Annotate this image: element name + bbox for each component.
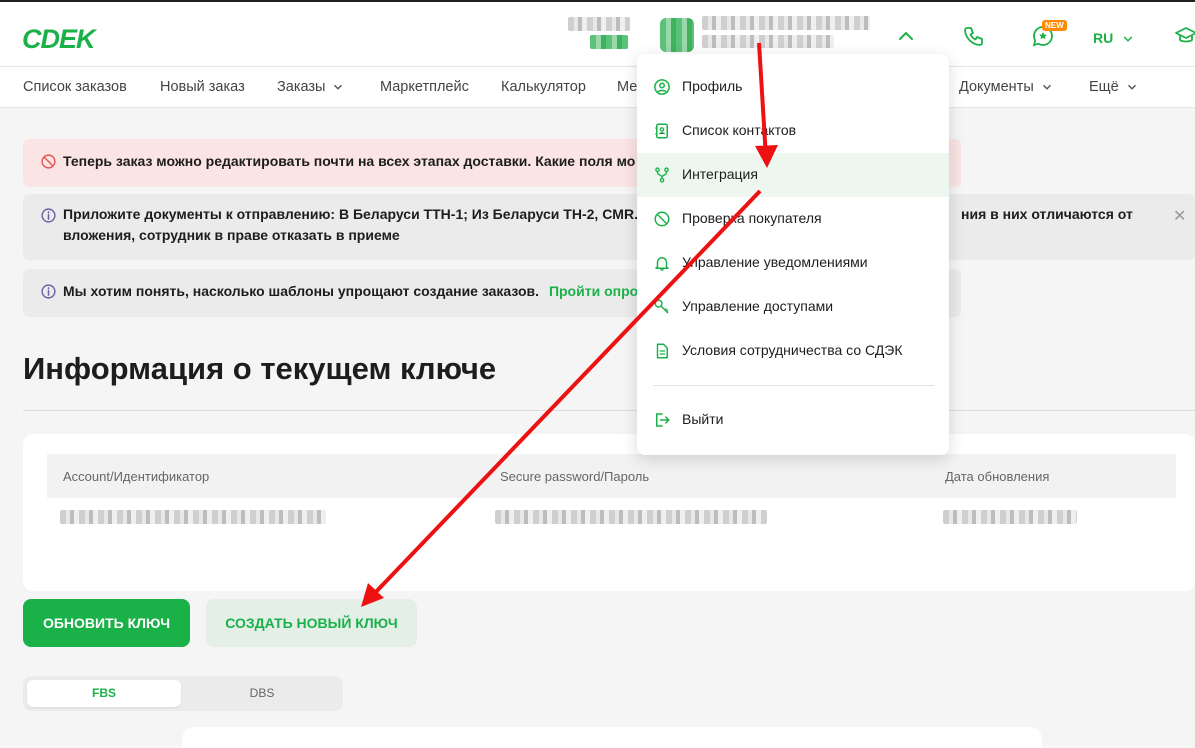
blurred-password-value xyxy=(495,510,767,524)
document-icon xyxy=(656,343,668,359)
menu-item-label: Управление уведомлениями xyxy=(682,254,868,270)
nav-more[interactable]: Ещё xyxy=(1089,79,1139,95)
bell-icon xyxy=(655,257,669,271)
blurred-account-id xyxy=(702,35,834,48)
nav-orders-list[interactable]: Список заказов xyxy=(23,79,127,95)
close-icon[interactable]: ✕ xyxy=(1173,206,1186,226)
menu-item-logout[interactable]: Выйти xyxy=(637,398,949,442)
menu-item-contacts[interactable]: Список контактов xyxy=(637,109,949,153)
menu-item-access[interactable]: Управление доступами xyxy=(637,285,949,329)
contacts-book-icon xyxy=(655,123,668,139)
menu-divider xyxy=(653,385,934,386)
menu-item-integration[interactable]: Интеграция xyxy=(637,153,949,197)
chevron-down-icon xyxy=(1123,36,1133,43)
new-badge: NEW xyxy=(1042,20,1067,31)
cdek-logo[interactable]: CDEK xyxy=(22,24,96,55)
nav-documents[interactable]: Документы xyxy=(959,79,1054,95)
header: CDEK NEW RU xyxy=(0,2,1195,66)
content-card xyxy=(182,727,1042,748)
user-circle-icon xyxy=(654,79,670,95)
nav-more-label: Ещё xyxy=(1089,79,1119,95)
menu-item-terms[interactable]: Условия сотрудничества со СДЭК xyxy=(637,329,949,373)
nav-orders[interactable]: Заказы xyxy=(277,79,345,95)
logout-icon xyxy=(656,413,670,427)
language-label: RU xyxy=(1093,30,1114,46)
avatar[interactable] xyxy=(660,18,694,52)
refresh-key-button[interactable]: Обновить ключ xyxy=(23,599,190,647)
blurred-date-value xyxy=(943,510,1077,524)
key-icon xyxy=(654,299,669,314)
nav-new-order[interactable]: Новый заказ xyxy=(160,79,245,95)
chevron-down-icon xyxy=(334,84,343,90)
account-dropdown-menu: Профиль Список контактов Интеграция Пров… xyxy=(637,54,949,455)
fbs-dbs-switch: FBS DBS xyxy=(23,676,343,711)
key-table-header: Account/Идентификатор Secure password/Па… xyxy=(47,454,1176,498)
alert-text-line1: Приложите документы к отправлению: В Бел… xyxy=(63,206,638,222)
alert-text-line2: вложения, сотрудник в праве отказать в п… xyxy=(63,227,400,243)
menu-item-label: Профиль xyxy=(682,78,743,94)
menu-item-label: Выйти xyxy=(682,411,724,427)
alert-text: Мы хотим понять, насколько шаблоны упрощ… xyxy=(63,283,540,299)
blurred-balance-green xyxy=(590,35,628,49)
block-icon xyxy=(41,154,56,169)
chevron-up-icon[interactable] xyxy=(894,24,918,48)
info-icon xyxy=(41,208,56,223)
menu-item-buyer-check[interactable]: Проверка покупателя xyxy=(637,197,949,241)
main-nav: Список заказов Новый заказ Заказы Маркет… xyxy=(0,66,1195,108)
chevron-down-icon xyxy=(1127,84,1136,90)
page-title: Информация о текущем ключе xyxy=(23,351,497,386)
chevron-down-icon xyxy=(1042,84,1051,90)
divider xyxy=(23,410,1195,411)
column-updated: Дата обновления xyxy=(945,469,1050,484)
nav-marketplace[interactable]: Маркетплейс xyxy=(380,79,469,95)
column-account: Account/Идентификатор xyxy=(63,469,210,484)
menu-item-label: Условия сотрудничества со СДЭК xyxy=(682,342,903,358)
key-info-card: Account/Идентификатор Secure password/Па… xyxy=(23,434,1195,591)
graduation-cap-icon[interactable] xyxy=(1174,24,1195,48)
tab-fbs[interactable]: FBS xyxy=(27,680,181,707)
integration-branch-icon xyxy=(655,167,669,183)
menu-item-label: Проверка покупателя xyxy=(682,210,822,226)
blurred-account-value xyxy=(60,510,326,524)
language-selector[interactable]: RU xyxy=(1093,30,1135,46)
blurred-account-name[interactable] xyxy=(702,16,870,30)
menu-item-label: Список контактов xyxy=(682,122,797,138)
info-icon xyxy=(41,284,56,299)
documents-alert: Приложите документы к отправлению: В Бел… xyxy=(23,194,1195,260)
alert-text: Теперь заказ можно редактировать почти н… xyxy=(63,153,636,169)
phone-icon[interactable] xyxy=(962,24,986,48)
alert-text-line1-tail: ния в них отличаются от xyxy=(961,206,1133,222)
menu-item-label: Управление доступами xyxy=(682,298,834,314)
column-password: Secure password/Пароль xyxy=(500,469,650,484)
nav-partial-item[interactable]: Ме xyxy=(617,79,637,95)
nav-documents-label: Документы xyxy=(959,79,1034,95)
create-key-button[interactable]: Создать новый ключ xyxy=(206,599,417,647)
menu-item-profile[interactable]: Профиль xyxy=(637,65,949,109)
tab-dbs[interactable]: DBS xyxy=(185,680,339,707)
survey-link[interactable]: Пройти опрос xyxy=(549,283,646,299)
block-icon xyxy=(654,211,670,227)
menu-item-notifications[interactable]: Управление уведомлениями xyxy=(637,241,949,285)
menu-item-label: Интеграция xyxy=(682,166,758,182)
nav-calculator[interactable]: Калькулятор xyxy=(501,79,586,95)
nav-orders-label: Заказы xyxy=(277,79,326,95)
blurred-balance xyxy=(568,17,630,31)
